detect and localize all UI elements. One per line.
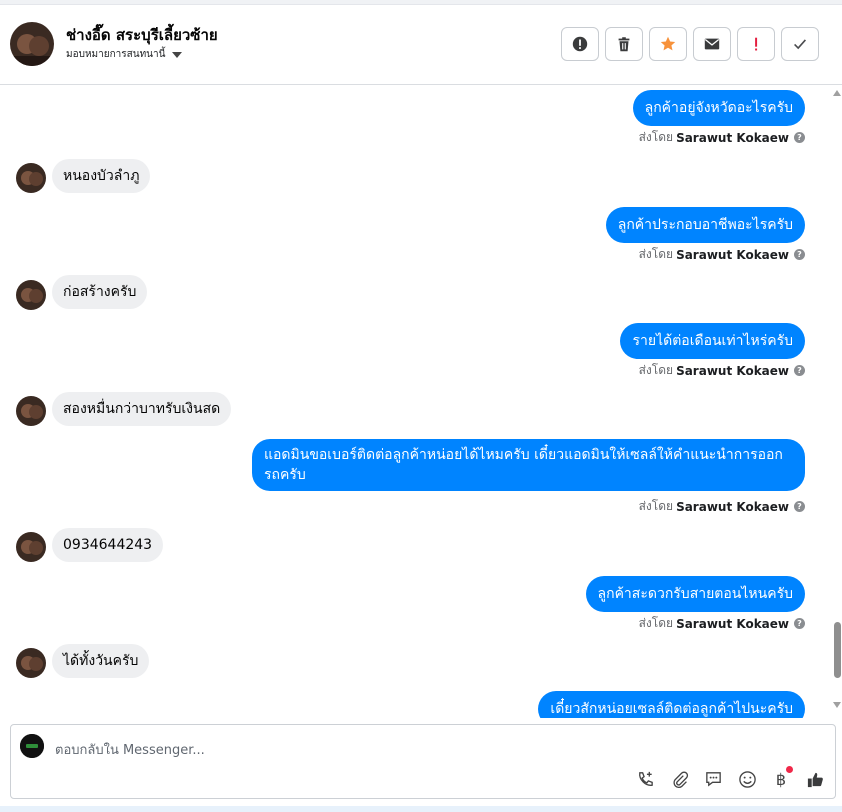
sent-by-prefix: ส่งโดย <box>638 616 674 630</box>
incoming-message: สองหมื่นกว่าบาทรับเงินสด <box>52 392 232 426</box>
sent-by-prefix: ส่งโดย <box>638 363 674 377</box>
sent-by-prefix: ส่งโดย <box>638 130 674 144</box>
conversation-header: ช่างอี๊ด สระบุรีเลี้ยวซ้าย มอบหมายการสนท… <box>0 5 842 85</box>
bottom-strip <box>0 806 842 812</box>
outgoing-message: รายได้ต่อเดือนเท่าไหร่ครับ <box>620 323 805 359</box>
contact-name[interactable]: ช่างอี๊ด สระบุรีเลี้ยวซ้าย <box>66 23 218 47</box>
like-button[interactable] <box>805 769 825 789</box>
sender-name: Sarawut Kokaew <box>676 499 789 514</box>
reply-composer[interactable]: ตอบกลับใน Messenger... ฿ <box>10 724 836 799</box>
contact-avatar-small <box>16 163 46 193</box>
mark-done-button[interactable] <box>781 27 819 61</box>
sent-by-label: ส่งโดย Sarawut Kokaew ? <box>639 361 805 380</box>
outgoing-message: ลูกค้าสะดวกรับสายตอนไหนครับ <box>585 576 805 612</box>
payment-button[interactable]: ฿ <box>771 766 793 789</box>
scroll-down-arrow-icon[interactable] <box>833 702 841 708</box>
sent-by-prefix: ส่งโดย <box>638 499 674 513</box>
delete-button[interactable] <box>605 27 643 61</box>
incoming-message: 0934644243 <box>52 528 164 562</box>
caret-down-icon <box>172 51 183 58</box>
attach-button[interactable] <box>669 769 689 789</box>
outgoing-message: เดี๋ยวสักหน่อยเซลล์ติดต่อลูกค้าไปนะครับ <box>538 691 805 718</box>
assign-conversation-dropdown[interactable]: มอบหมายการสนทนานี้ <box>66 47 183 62</box>
outgoing-message: แอดมินขอเบอร์ติดต่อลูกค้าหน่อยได้ไหมครับ… <box>252 439 805 491</box>
scroll-up-arrow-icon[interactable] <box>833 90 841 96</box>
contact-avatar-small <box>16 280 46 310</box>
star-icon <box>660 36 676 51</box>
scrollbar[interactable] <box>832 86 842 718</box>
composer-tools: ฿ <box>635 766 825 789</box>
sent-by-label: ส่งโดย Sarawut Kokaew ? <box>639 614 805 633</box>
sender-name: Sarawut Kokaew <box>676 130 789 145</box>
chat-bubble-icon <box>705 771 721 787</box>
help-icon[interactable]: ? <box>794 618 805 629</box>
thumbs-up-icon <box>807 772 823 787</box>
sender-name: Sarawut Kokaew <box>676 363 789 378</box>
sent-by-label: ส่งโดย Sarawut Kokaew ? <box>639 497 805 516</box>
help-icon[interactable]: ? <box>794 501 805 512</box>
paperclip-icon <box>672 771 688 788</box>
incoming-message: ได้ทั้งวันครับ <box>52 644 150 678</box>
sender-name: Sarawut Kokaew <box>676 616 789 631</box>
scroll-thumb[interactable] <box>834 622 841 678</box>
alert-circle-icon <box>572 36 588 52</box>
phone-plus-icon <box>638 771 653 786</box>
help-icon[interactable]: ? <box>794 365 805 376</box>
message-thread[interactable]: ลูกค้าอยู่จังหวัดอะไรครับ ส่งโดย Sarawut… <box>0 86 842 718</box>
notification-dot <box>786 766 793 773</box>
envelope-icon <box>704 38 720 50</box>
assign-label: มอบหมายการสนทนานี้ <box>66 49 166 60</box>
saved-replies-button[interactable] <box>703 769 723 789</box>
trash-icon <box>618 37 630 52</box>
contact-avatar-small <box>16 532 46 562</box>
page-avatar <box>20 734 44 758</box>
incoming-message: ก่อสร้างครับ <box>52 275 148 309</box>
sender-name: Sarawut Kokaew <box>676 247 789 262</box>
incoming-message: หนองบัวลำภู <box>52 159 151 193</box>
check-icon <box>794 39 807 50</box>
sent-by-prefix: ส่งโดย <box>638 247 674 261</box>
contact-avatar[interactable] <box>10 22 54 66</box>
sent-by-label: ส่งโดย Sarawut Kokaew ? <box>639 245 805 264</box>
mark-spam-button[interactable] <box>561 27 599 61</box>
outgoing-message: ลูกค้าอยู่จังหวัดอะไรครับ <box>632 90 805 126</box>
smiley-icon <box>738 770 756 788</box>
mark-unread-button[interactable] <box>693 27 731 61</box>
sent-by-label: ส่งโดย Sarawut Kokaew ? <box>639 128 805 147</box>
help-icon[interactable]: ? <box>794 132 805 143</box>
exclamation-icon <box>755 37 758 51</box>
call-button[interactable] <box>635 769 655 789</box>
conversation-actions <box>561 27 819 61</box>
baht-icon: ฿ <box>775 769 787 789</box>
contact-avatar-small <box>16 648 46 678</box>
star-button[interactable] <box>649 27 687 61</box>
help-icon[interactable]: ? <box>794 249 805 260</box>
follow-up-button[interactable] <box>737 27 775 61</box>
outgoing-message: ลูกค้าประกอบอาชีพอะไรครับ <box>605 207 805 243</box>
contact-avatar-small <box>16 396 46 426</box>
reply-input[interactable]: ตอบกลับใน Messenger... <box>55 739 205 760</box>
emoji-button[interactable] <box>737 769 757 789</box>
